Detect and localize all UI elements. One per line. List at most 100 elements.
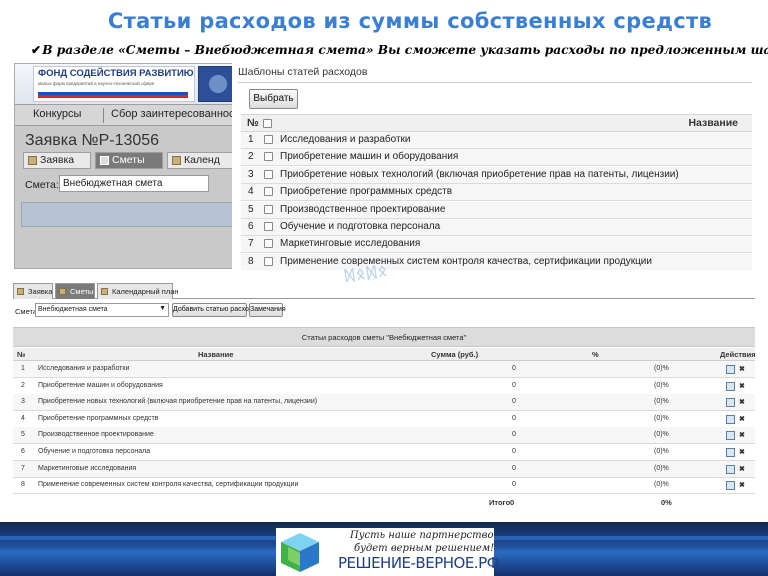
estimate-select[interactable]: Внебюджетная смета [59, 175, 209, 192]
document-icon [28, 156, 37, 165]
expense-name: Обучение и подготовка персонала [38, 448, 151, 455]
template-row[interactable]: 7 Маркетинговые исследования [241, 236, 752, 254]
slogan-line-1: Пусть наше партнерство [350, 530, 494, 541]
expense-percent: (0)% [654, 365, 669, 372]
expense-percent: (0)% [654, 464, 669, 472]
delete-icon[interactable]: ✖ [739, 415, 745, 423]
template-name: Приобретение машин и оборудования [280, 151, 459, 163]
app-header: ФОНД СОДЕЙСТВИЯ РАЗВИТИЮ малых форм пред… [15, 64, 245, 104]
total-label: Итого [489, 498, 511, 507]
edit-icon[interactable] [726, 365, 735, 374]
choose-button[interactable]: Выбрать [249, 89, 298, 109]
template-row[interactable]: 2 Приобретение машин и оборудования [241, 149, 752, 167]
column-actions: Действия [720, 350, 755, 359]
table-row: 1 Исследования и разработки 0 (0)% ✖ [13, 361, 755, 378]
tab-estimates[interactable]: Сметы [55, 283, 95, 299]
row-number: 3 [248, 168, 254, 180]
calendar-icon [101, 288, 108, 295]
comments-button[interactable]: Замечания [249, 303, 286, 317]
table-row: 8 Применение современных систем контроля … [13, 477, 755, 495]
document-icon [100, 156, 109, 165]
expense-percent: (0)% [654, 481, 669, 489]
menu-item-contests[interactable]: Конкурсы [33, 108, 81, 120]
edit-icon[interactable] [726, 448, 735, 457]
template-name: Исследования и разработки [280, 134, 411, 145]
expense-percent: (0)% [654, 398, 669, 406]
select-all-checkbox[interactable] [263, 119, 272, 128]
edit-icon[interactable] [726, 464, 735, 474]
row-number: 8 [21, 481, 25, 489]
edit-icon[interactable] [726, 431, 735, 441]
calendar-icon [172, 156, 181, 165]
edit-icon[interactable] [726, 381, 735, 391]
row-checkbox[interactable] [264, 187, 273, 197]
template-row[interactable]: 4 Приобретение программных средств [241, 184, 752, 202]
subtitle-text: В разделе «Сметы – Внебюджетная смета» В… [42, 43, 768, 57]
checkmark-icon: ✔ [31, 43, 42, 57]
expense-percent: (0)% [654, 448, 669, 455]
template-row[interactable]: 3 Приобретение новых технологий (включая … [241, 166, 752, 184]
row-checkbox[interactable] [264, 222, 273, 231]
template-name: Применение современных систем контроля к… [280, 255, 652, 267]
total-percent: 0% [661, 498, 672, 507]
edit-icon[interactable] [726, 414, 735, 424]
row-checkbox[interactable] [264, 135, 273, 144]
slogan-line-2: будет верным решением! [354, 543, 495, 554]
total-sum: 0 [510, 498, 515, 507]
expense-sum: 0 [512, 464, 516, 472]
tab-label: Сметы [112, 154, 145, 166]
delete-icon[interactable]: ✖ [739, 365, 745, 373]
delete-icon[interactable]: ✖ [739, 431, 745, 439]
order-title: Заявка №Р-13056 [25, 132, 160, 149]
table-row: 3 Приобретение новых технологий (включая … [13, 394, 755, 412]
row-checkbox[interactable] [264, 152, 273, 162]
template-row[interactable]: 6 Обучение и подготовка персонала [241, 219, 752, 236]
row-number: 7 [248, 238, 254, 250]
template-row[interactable]: 5 Производственное проектирование [241, 201, 752, 219]
template-row[interactable]: 1 Исследования и разработки [241, 132, 752, 149]
estimate-select[interactable]: Внебюджетная смета ▼ [35, 303, 169, 317]
expense-sum: 0 [512, 448, 516, 455]
delete-icon[interactable]: ✖ [739, 382, 745, 390]
expense-sum: 0 [512, 481, 516, 489]
divider [238, 82, 752, 83]
row-checkbox[interactable] [264, 239, 273, 249]
template-name: Производственное проектирование [280, 203, 446, 215]
expense-percent: (0)% [654, 431, 669, 439]
cube-logo-icon [281, 533, 319, 572]
template-name: Приобретение программных средств [280, 186, 453, 198]
tab-order[interactable]: Заявка [13, 283, 53, 299]
tab-estimates[interactable]: Сметы [95, 152, 163, 169]
row-number: 4 [248, 186, 254, 198]
templates-table-header: № Название [241, 114, 752, 132]
edit-icon[interactable] [726, 398, 735, 408]
delete-icon[interactable]: ✖ [739, 465, 745, 473]
column-number: № [17, 350, 26, 359]
delete-icon[interactable]: ✖ [739, 481, 745, 489]
add-expense-button[interactable]: Добавить статью расходов [172, 303, 260, 317]
delete-icon[interactable]: ✖ [739, 398, 745, 406]
edit-icon[interactable] [726, 481, 735, 491]
template-row[interactable]: 8 Применение современных систем контроля … [241, 253, 752, 270]
delete-icon[interactable]: ✖ [739, 448, 745, 456]
tab-calendar-plan[interactable]: Календарный план [97, 283, 179, 299]
tab-order[interactable]: Заявка [23, 152, 91, 169]
column-name: Название [198, 350, 234, 359]
template-name: Обучение и подготовка персонала [280, 221, 441, 232]
footer-brand-card: Пусть наше партнерство будет верным реше… [276, 528, 500, 576]
row-checkbox[interactable] [264, 169, 273, 179]
column-sum: Сумма (руб.) [431, 350, 479, 359]
expense-percent: (0)% [654, 381, 669, 389]
menu-divider [103, 108, 104, 123]
slide-title: Статьи расходов из суммы собственных сре… [107, 9, 713, 33]
expense-sum: 0 [512, 398, 516, 406]
document-icon [59, 288, 66, 295]
row-number: 6 [248, 221, 254, 232]
row-checkbox[interactable] [264, 204, 273, 214]
row-number: 5 [21, 431, 25, 439]
menu-item-interest[interactable]: Сбор заинтересованност [111, 108, 240, 120]
row-number: 4 [21, 414, 25, 422]
row-number: 2 [21, 381, 25, 389]
row-checkbox[interactable] [264, 256, 273, 266]
logo-subtitle: малых форм предприятий в научно-техничес… [38, 81, 155, 86]
